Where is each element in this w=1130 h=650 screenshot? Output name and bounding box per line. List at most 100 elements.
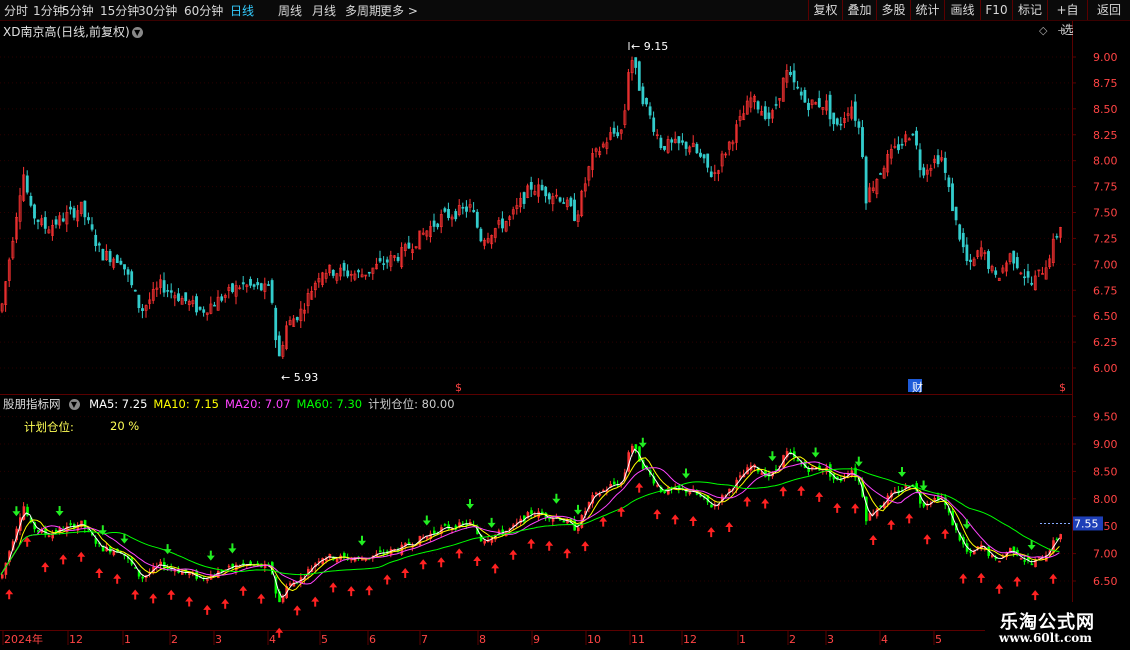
price-candle <box>123 264 126 270</box>
indicator-candle <box>796 459 800 462</box>
indicator-item-0: MA5: 7.25 <box>89 397 148 411</box>
price-candle <box>645 97 648 105</box>
price-candle <box>198 306 202 310</box>
period-tab-5[interactable]: 60分钟 <box>184 2 223 19</box>
indicator-candle <box>598 493 602 496</box>
price-tick-label: 8.25 <box>1093 129 1118 142</box>
toolbar-button-2[interactable]: 多股 <box>876 0 910 20</box>
period-tab-3[interactable]: 15分钟 <box>100 2 139 19</box>
toolbar-button-3[interactable]: 统计 <box>910 0 944 20</box>
toolbar-button-1[interactable]: 叠加 <box>842 0 876 20</box>
current-price-label: 7.55 <box>1074 517 1099 530</box>
date-label: 1 <box>739 633 746 646</box>
price-candle <box>987 251 990 269</box>
chart-canvas[interactable]: 9.00 8.75 8.50 8.25 8.00 7.75 7.50 7.25 7.00 6.75… <box>0 0 1130 650</box>
buy-arrow-icon <box>167 589 176 600</box>
toolbar-button-5[interactable]: F10 <box>980 0 1012 20</box>
toolbar-button-4[interactable]: 画线 <box>944 0 980 20</box>
watermark-url: www.60lt.com <box>999 631 1092 645</box>
period-tab-8[interactable]: 月线 <box>312 2 336 19</box>
indicator-candle <box>663 491 666 493</box>
price-candle <box>706 153 710 168</box>
buy-arrow-icon <box>59 554 68 565</box>
price-candle <box>857 121 861 128</box>
buy-arrow-icon <box>887 519 896 530</box>
period-tab-4[interactable]: 30分钟 <box>138 2 177 19</box>
price-candle <box>879 173 882 175</box>
period-tab-2[interactable]: 5分钟 <box>62 2 94 19</box>
price-candle <box>807 102 810 111</box>
price-candle <box>954 206 958 221</box>
price-candle <box>443 208 447 212</box>
toolbar-button-7[interactable]: +自选 <box>1047 0 1087 37</box>
buy-arrow-icon <box>383 574 392 585</box>
price-candle <box>947 177 951 188</box>
price-candle <box>832 112 836 125</box>
period-tab-10[interactable]: 更多 > <box>380 2 418 19</box>
price-candle <box>25 175 29 193</box>
price-candle <box>33 204 36 219</box>
indicator-candle <box>379 550 382 552</box>
ma-line-1 <box>0 456 1060 592</box>
indicator-candle <box>235 564 238 571</box>
indicator-candle <box>69 523 72 525</box>
price-candle <box>461 206 465 209</box>
indicator-tick-label: 7.00 <box>1093 548 1118 561</box>
price-tick-label: 8.50 <box>1093 103 1118 116</box>
period-tab-7[interactable]: 周线 <box>278 2 302 19</box>
indicator-candle <box>447 524 450 529</box>
buy-arrow-icon <box>491 563 500 574</box>
buy-arrow-icon <box>95 567 104 578</box>
indicator-candle <box>998 560 1001 563</box>
period-tab-6[interactable]: 日线 <box>230 2 254 19</box>
price-candle <box>184 292 188 302</box>
price-candle <box>648 106 652 116</box>
buy-arrow-icon <box>149 593 158 604</box>
sell-arrow-icon <box>422 515 431 526</box>
period-tab-9[interactable]: 多周期 <box>345 2 381 19</box>
price-candle <box>817 98 821 108</box>
diamond-icon[interactable]: ◇ <box>1039 24 1047 37</box>
price-candle <box>249 278 252 286</box>
event-marker: 财 <box>912 380 923 394</box>
price-candle <box>540 184 544 191</box>
price-candle <box>529 181 533 190</box>
position-label: 计划仓位: <box>24 420 74 434</box>
chevron-down-icon[interactable]: ▼ <box>68 399 80 410</box>
buy-arrow-icon <box>815 491 824 502</box>
period-tab-1[interactable]: 1分钟 <box>33 2 65 19</box>
indicator-candle <box>1030 563 1034 566</box>
ma-line-3 <box>0 468 1060 576</box>
price-candle <box>259 283 263 291</box>
buy-arrow-icon <box>617 506 626 517</box>
period-tab-0[interactable]: 分时 <box>4 2 28 19</box>
toolbar-button-6[interactable]: 标记 <box>1012 0 1047 20</box>
price-candle <box>684 141 688 149</box>
indicator-tick-label: 8.00 <box>1093 493 1118 506</box>
buy-arrow-icon <box>653 509 662 520</box>
price-candle <box>162 280 166 293</box>
sell-arrow-icon <box>854 456 863 467</box>
buy-arrow-icon <box>365 585 374 596</box>
stock-title-text: XD南京高(日线,前复权) <box>3 25 130 39</box>
toolbar-button-8[interactable]: 返回 <box>1087 0 1130 20</box>
price-candle <box>29 195 33 206</box>
price-candle <box>616 132 620 137</box>
indicator-item-3: MA60: 7.30 <box>296 397 363 411</box>
toolbar-button-0[interactable]: 复权 <box>808 0 842 20</box>
price-candle <box>177 293 180 301</box>
date-label: 4 <box>269 633 276 646</box>
indicator-name[interactable]: 股朋指标网 <box>3 397 61 411</box>
add-icon[interactable]: + <box>1057 24 1066 37</box>
stock-title[interactable]: XD南京高(日线,前复权) ▼ <box>3 23 143 40</box>
sell-arrow-icon <box>466 499 474 510</box>
price-tick-label: 6.00 <box>1093 362 1118 375</box>
indicator-candle <box>483 540 486 544</box>
indicator-candle <box>364 559 368 561</box>
chevron-down-icon[interactable]: ▼ <box>131 27 143 38</box>
indicator-candle <box>1 574 4 579</box>
price-candle <box>573 199 576 221</box>
buy-arrow-icon <box>959 573 968 584</box>
price-candle <box>612 127 616 134</box>
price-candle <box>562 202 566 204</box>
